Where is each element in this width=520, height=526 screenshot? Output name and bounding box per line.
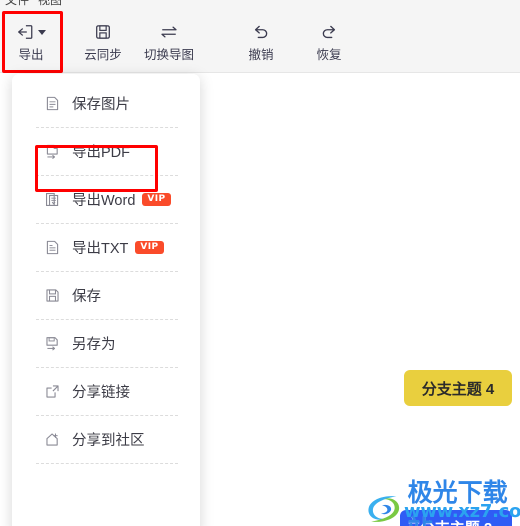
toolbar: 导出 云同步 切换导图 撤销 恢复 — [0, 7, 520, 73]
toolbar-button-redo[interactable]: 恢复 — [296, 15, 362, 67]
menu-item-save[interactable]: 保存 — [12, 272, 200, 319]
menu-label-export-word: 导出Word — [72, 193, 136, 209]
export-txt-icon — [42, 237, 63, 258]
toolbar-label-redo: 恢复 — [316, 47, 342, 62]
undo-icon-wrap — [252, 21, 270, 43]
toolbar-label-undo: 撤销 — [248, 47, 274, 62]
undo-icon — [254, 25, 268, 38]
menubar-item-view[interactable]: 视图 — [38, 0, 62, 7]
menu-label-export-pdf: 导出PDF — [72, 145, 130, 161]
toolbar-label-export: 导出 — [18, 47, 44, 62]
mindmap-node-branch-4[interactable]: 分支主题 4 — [404, 370, 512, 406]
export-icon — [18, 24, 33, 39]
menu-item-export-txt[interactable]: 导出TXT VIP — [12, 224, 200, 271]
watermark-logo-icon — [368, 496, 400, 522]
export-word-icon — [42, 189, 63, 210]
save-image-icon — [42, 93, 63, 114]
redo-icon — [322, 25, 336, 38]
menubar-item-file[interactable]: 文件 — [5, 0, 29, 7]
export-pdf-icon — [42, 141, 63, 162]
mindmap-node-label: 分支主题 4 — [421, 380, 495, 398]
chevron-down-icon — [38, 30, 46, 36]
cloud-sync-icon-wrap — [94, 21, 112, 43]
toolbar-label-cloud-sync: 云同步 — [84, 47, 122, 62]
menu-label-export-txt: 导出TXT — [72, 241, 129, 257]
toolbar-button-undo[interactable]: 撤销 — [228, 15, 294, 67]
redo-icon-wrap — [320, 21, 338, 43]
export-dropdown-menu: 保存图片 导出PDF 导出Word VIP 导出TXT VIP 保存 另存为 分… — [12, 74, 200, 526]
vip-badge: VIP — [135, 240, 164, 255]
toolbar-button-export[interactable]: 导出 — [0, 15, 62, 67]
menu-label-share-link: 分享链接 — [72, 385, 130, 401]
menu-label-share-community: 分享到社区 — [72, 433, 145, 449]
toolbar-button-cloud-sync[interactable]: 云同步 — [70, 15, 136, 67]
menu-item-share-link[interactable]: 分享链接 — [12, 368, 200, 415]
menu-separator — [36, 463, 178, 464]
share-community-icon — [42, 429, 63, 450]
switch-map-icon-wrap — [159, 21, 179, 43]
app-window: 文件 视图 导出 云同步 切换导图 撤销 恢复 保存图片 导出PDF 导出Wor… — [0, 0, 520, 526]
share-link-icon — [42, 381, 63, 402]
menu-item-save-as[interactable]: 另存为 — [12, 320, 200, 367]
mindmap-node-branch-2[interactable]: 分支主题 2 — [400, 510, 512, 526]
menu-label-save-as: 另存为 — [72, 337, 116, 353]
save-icon — [42, 285, 63, 306]
menu-item-export-word[interactable]: 导出Word VIP — [12, 176, 200, 223]
switch-map-icon — [161, 26, 177, 38]
menu-label-save-image: 保存图片 — [72, 97, 130, 113]
menu-label-save: 保存 — [72, 289, 101, 305]
toolbar-button-switch-map[interactable]: 切换导图 — [130, 15, 208, 67]
menu-item-share-community[interactable]: 分享到社区 — [12, 416, 200, 463]
cloud-sync-icon — [96, 25, 110, 39]
menu-item-export-pdf[interactable]: 导出PDF — [12, 128, 200, 175]
export-icon-group — [16, 21, 46, 43]
vip-badge: VIP — [142, 192, 171, 207]
menubar: 文件 视图 — [0, 0, 520, 7]
save-as-icon — [42, 333, 63, 354]
toolbar-label-switch-map: 切换导图 — [143, 47, 194, 62]
menu-item-save-image[interactable]: 保存图片 — [12, 80, 200, 127]
mindmap-node-label: 分支主题 2 — [420, 517, 493, 526]
